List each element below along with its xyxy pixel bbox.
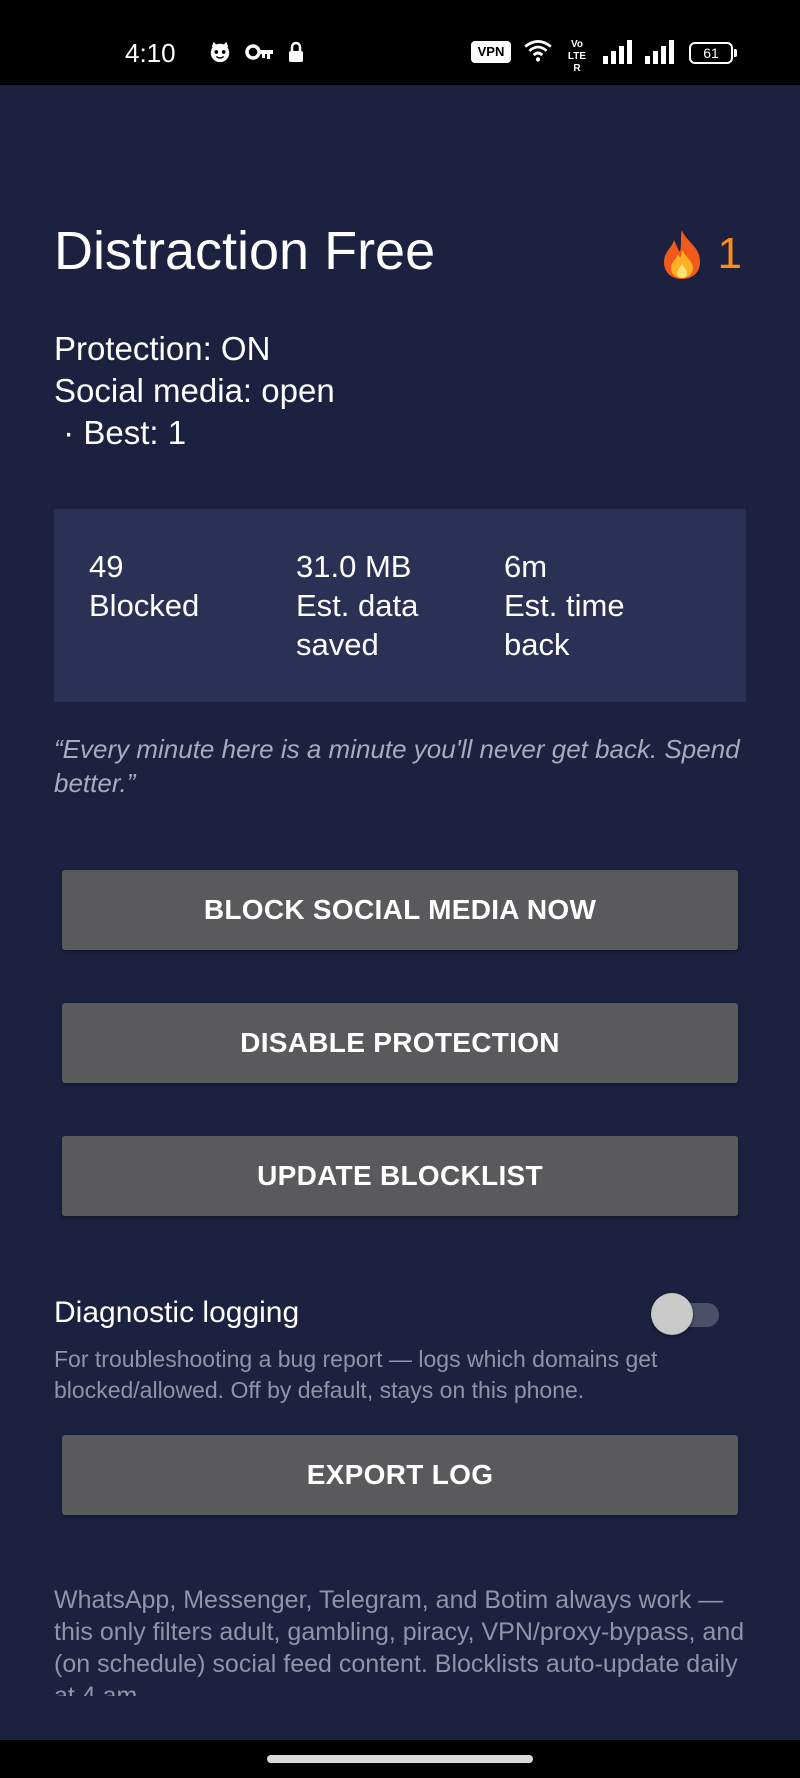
export-log-button[interactable]: EXPORT LOG — [62, 1435, 738, 1515]
block-social-media-button[interactable]: BLOCK SOCIAL MEDIA NOW — [62, 870, 738, 950]
volte-indicator: Vo LTE R — [567, 39, 587, 74]
diagnostic-logging-description: For troubleshooting a bug report — logs … — [54, 1346, 658, 1403]
streak-count: 1 — [717, 229, 742, 278]
lock-icon — [289, 41, 303, 62]
signal-strength-icon — [603, 40, 632, 64]
footer-note: WhatsApp, Messenger, Telegram, and Botim… — [54, 1586, 745, 1696]
social-media-status: Social media: open — [54, 372, 335, 409]
best-streak: · Best: 1 — [54, 414, 187, 451]
status-bar: 4:10 VPN Vo LTE R 61 — [0, 0, 800, 85]
stat-blocked: 49 Blocked — [89, 547, 239, 625]
navigation-bar — [0, 1740, 800, 1778]
stat-value: 31.0 MB — [296, 549, 412, 584]
fire-icon — [663, 230, 700, 279]
stat-label: Est. time back — [504, 588, 625, 662]
home-gesture-handle[interactable] — [267, 1755, 533, 1763]
diagnostic-logging-label: Diagnostic logging — [54, 1296, 300, 1329]
stat-time-back: 6m Est. time back — [504, 547, 654, 664]
vpn-badge: VPN — [471, 41, 511, 63]
streak-indicator: 1 — [660, 228, 742, 280]
disable-protection-button[interactable]: DISABLE PROTECTION — [62, 1003, 738, 1083]
signal-strength-icon-2 — [645, 40, 674, 64]
protection-status: Protection: ON — [54, 330, 271, 367]
cat-face-icon — [210, 41, 230, 63]
stat-value: 49 — [89, 549, 124, 584]
battery-icon: 61 — [689, 42, 737, 64]
diagnostic-logging-toggle[interactable] — [651, 1293, 721, 1335]
stat-value: 6m — [504, 549, 548, 584]
toggle-thumb — [651, 1293, 693, 1335]
stat-label: Est. data saved — [296, 588, 419, 662]
update-blocklist-button[interactable]: UPDATE BLOCKLIST — [62, 1136, 738, 1216]
stats-card: 49 Blocked 31.0 MB Est. data saved 6m Es… — [54, 509, 746, 702]
stat-label: Blocked — [89, 588, 200, 623]
motivational-quote: “Every minute here is a minute you'll ne… — [54, 734, 740, 798]
page-title: Distraction Free — [54, 221, 436, 281]
key-icon — [245, 44, 273, 60]
status-time: 4:10 — [125, 38, 176, 68]
wifi-icon — [524, 40, 552, 62]
status-summary: Protection: ON Social media: open · Best… — [54, 328, 335, 454]
app-screen: 4:10 VPN Vo LTE R 61 Distraction Free 1 … — [0, 0, 800, 1778]
stat-data-saved: 31.0 MB Est. data saved — [296, 547, 446, 664]
